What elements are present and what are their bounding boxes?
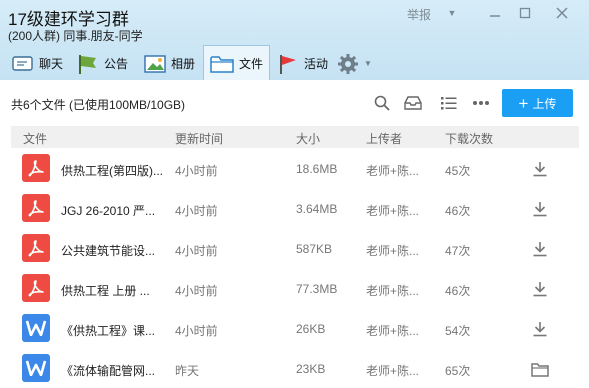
table-row[interactable]: 供热工程 上册 ... 4小时前 77.3MB 老师+陈... 46次 [11,270,579,310]
photo-album-icon [144,54,166,73]
file-download-count: 65次 [445,364,471,378]
group-tabs: 聊天 公告 相册 文件 活动 ▼ [0,45,589,81]
file-updated-time: 4小时前 [175,204,218,218]
file-updated-time: 4小时前 [175,324,218,338]
upload-button-label: 上传 [532,96,557,111]
chevron-down-icon: ▼ [364,59,372,68]
announcement-flag-icon [77,53,99,75]
list-view-icon[interactable] [439,93,459,113]
file-table-header: 文件 更新时间 大小 上传者 下载次数 [11,126,579,148]
files-summary: 共6个文件 (已使用100MB/10GB) [11,98,186,112]
close-icon[interactable] [551,3,573,23]
files-toolbar: 共6个文件 (已使用100MB/10GB) + 上传 [0,80,589,126]
column-header-size[interactable]: 大小 [296,130,320,147]
column-header-updated[interactable]: 更新时间 [175,130,223,147]
inbox-icon[interactable] [403,93,423,113]
file-size: 3.64MB [296,202,338,216]
file-download-count: 54次 [445,324,471,338]
group-subtitle: (200人群) 同事.朋友-同学 [8,29,143,43]
download-icon[interactable] [529,238,551,260]
file-updated-time: 4小时前 [175,164,218,178]
file-size: 587KB [296,242,333,256]
file-size: 77.3MB [296,282,338,296]
download-icon[interactable] [529,198,551,220]
maximize-icon[interactable] [514,3,536,23]
file-updated-time: 昨天 [175,364,200,378]
column-header-file[interactable]: 文件 [23,130,47,147]
tab-announcement[interactable]: 公告 [77,47,128,80]
table-row[interactable]: 公共建筑节能设... 4小时前 587KB 老师+陈... 47次 [11,230,579,270]
file-name[interactable]: 《流体输配管网... [61,362,155,379]
more-options-icon[interactable] [471,93,491,113]
pdf-file-icon [22,274,50,302]
tab-files-label: 文件 [239,57,264,71]
file-download-count: 46次 [445,284,471,298]
table-row[interactable]: JGJ 26-2010 严... 4小时前 3.64MB 老师+陈... 46次 [11,190,579,230]
tab-album-label: 相册 [171,57,196,71]
chat-icon [12,55,34,73]
plus-icon: + [518,93,529,113]
file-updated-time: 4小时前 [175,244,218,258]
column-header-uploader[interactable]: 上传者 [366,130,402,147]
file-name[interactable]: 供热工程(第四版)... [61,162,163,179]
file-size: 23KB [296,362,326,376]
upload-button[interactable]: + 上传 [502,89,573,117]
table-row[interactable]: 《流体输配管网... 昨天 23KB 老师+陈... 65次 [11,350,579,388]
tab-announcement-label: 公告 [104,57,129,71]
file-name[interactable]: JGJ 26-2010 严... [61,202,155,219]
file-uploader: 老师+陈... [366,284,420,298]
file-uploader: 老师+陈... [366,364,420,378]
file-download-count: 47次 [445,244,471,258]
folder-icon [210,54,234,74]
tab-chat-label: 聊天 [39,57,64,71]
tab-files[interactable]: 文件 [203,45,271,81]
pdf-file-icon [22,194,50,222]
tab-chat[interactable]: 聊天 [12,47,63,80]
activity-flag-icon [277,53,299,75]
dropdown-arrow-icon[interactable]: ▼ [441,3,463,23]
file-uploader: 老师+陈... [366,164,420,178]
file-download-count: 46次 [445,204,471,218]
file-name[interactable]: 《供热工程》课... [61,322,155,339]
file-size: 26KB [296,322,326,336]
file-updated-time: 4小时前 [175,284,218,298]
file-name[interactable]: 供热工程 上册 ... [61,282,150,299]
gear-icon [337,53,359,75]
file-uploader: 老师+陈... [366,204,420,218]
file-download-count: 45次 [445,164,471,178]
search-icon[interactable] [372,93,392,113]
report-button[interactable]: 举报 [407,6,431,23]
file-name[interactable]: 公共建筑节能设... [61,242,155,259]
tab-activity[interactable]: 活动 [277,47,328,80]
word-file-icon [22,314,50,342]
table-row[interactable]: 供热工程(第四版)... 4小时前 18.6MB 老师+陈... 45次 [11,150,579,190]
open-folder-icon[interactable] [529,358,551,380]
tab-album[interactable]: 相册 [144,47,195,80]
download-icon[interactable] [529,158,551,180]
settings-button[interactable]: ▼ [337,47,372,80]
download-icon[interactable] [529,318,551,340]
tab-activity-label: 活动 [304,57,329,71]
file-uploader: 老师+陈... [366,324,420,338]
file-uploader: 老师+陈... [366,244,420,258]
pdf-file-icon [22,234,50,262]
file-size: 18.6MB [296,162,338,176]
download-icon[interactable] [529,278,551,300]
minimize-icon[interactable] [484,3,506,23]
window-header: 17级建环学习群 (200人群) 同事.朋友-同学 举报 ▼ 聊天 公告 相册 [0,0,589,81]
pdf-file-icon [22,154,50,182]
table-row[interactable]: 《供热工程》课... 4小时前 26KB 老师+陈... 54次 [11,310,579,350]
word-file-icon [22,354,50,382]
column-header-downloads[interactable]: 下载次数 [445,130,493,147]
